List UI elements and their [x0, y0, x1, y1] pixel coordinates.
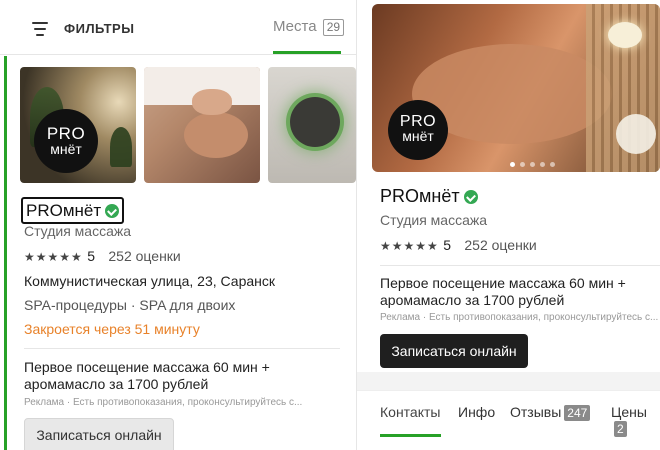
business-detail-panel: PRO мнёт PROмнёт Студия массажа ★★★★★ 5 … [357, 0, 660, 450]
selected-card-indicator [4, 56, 7, 450]
tab-reviews-label: Отзывы [510, 404, 562, 420]
business-name-link[interactable]: PROмнёт [21, 197, 125, 224]
detail-business-name: PROмнёт [380, 186, 460, 206]
business-name: PROмнёт [26, 200, 102, 220]
promo-text: Первое посещение массажа 60 мин + аромам… [24, 359, 270, 392]
closing-status: Закроется через 51 минуту [24, 321, 200, 337]
business-logo: PRO мнёт [388, 100, 448, 160]
business-category: Студия массажа [24, 223, 132, 239]
detail-category: Студия массажа [380, 212, 488, 228]
ad-disclaimer: Реклама · Есть противопоказания, проконс… [24, 397, 303, 408]
tab-prices[interactable]: Цены2 [611, 404, 660, 437]
tab-info[interactable]: Инфо [458, 404, 495, 420]
detail-book-online-button[interactable]: Записаться онлайн [380, 334, 528, 368]
tab-reviews[interactable]: Отзывы 247 [510, 404, 591, 421]
business-logo: PRO мнёт [34, 109, 98, 173]
rating-stars: ★★★★★ [24, 250, 83, 264]
active-tab-indicator [273, 51, 341, 54]
business-address: Коммунистическая улица, 23, Саранск [24, 273, 276, 289]
tabs-separator [357, 372, 660, 390]
tab-places[interactable]: Места 29 [273, 18, 345, 36]
search-results-panel: ФИЛЬТРЫ Места 29 PRO мнёт PROмнёт Студия… [0, 0, 357, 450]
active-tab-indicator [380, 434, 441, 437]
business-photo-interior[interactable] [268, 67, 356, 183]
gallery-pagination[interactable] [510, 162, 555, 167]
detail-rating-row[interactable]: ★★★★★ 5 252 оценки [380, 237, 537, 255]
verified-badge-icon [463, 189, 478, 204]
prices-tab-count: 2 [614, 421, 627, 437]
filter-bar: ФИЛЬТРЫ Места 29 [0, 0, 356, 55]
tab-prices-label: Цены [611, 404, 647, 420]
business-photo-logo[interactable]: PRO мнёт [20, 67, 136, 183]
divider [24, 348, 340, 349]
detail-ad-disclaimer: Реклама · Есть противопоказания, проконс… [380, 312, 659, 323]
tab-places-label: Места [273, 18, 317, 35]
business-tags: SPA-процедуры · SPA для двоих [24, 297, 236, 313]
rating-value: 5 [443, 237, 452, 253]
reviews-tab-count: 247 [564, 405, 591, 421]
verified-badge-icon [105, 203, 120, 218]
reviews-count: 252 оценки [108, 248, 181, 264]
book-online-button[interactable]: Записаться онлайн [24, 418, 174, 450]
divider [380, 265, 660, 266]
rating-row[interactable]: ★★★★★ 5 252 оценки [24, 248, 181, 266]
rating-value: 5 [87, 248, 96, 264]
places-count-badge: 29 [322, 19, 345, 36]
business-photo-massage[interactable] [144, 67, 260, 183]
detail-promo-text: Первое посещение массажа 60 мин + аромам… [380, 275, 626, 308]
detail-title-row: PROмнёт [380, 186, 478, 207]
filter-icon[interactable] [32, 22, 48, 36]
reviews-count: 252 оценки [464, 237, 537, 253]
filters-button[interactable]: ФИЛЬТРЫ [64, 21, 134, 36]
rating-stars: ★★★★★ [380, 239, 439, 253]
tab-contacts[interactable]: Контакты [380, 404, 440, 420]
hero-photo-gallery[interactable]: PRO мнёт [372, 4, 660, 172]
